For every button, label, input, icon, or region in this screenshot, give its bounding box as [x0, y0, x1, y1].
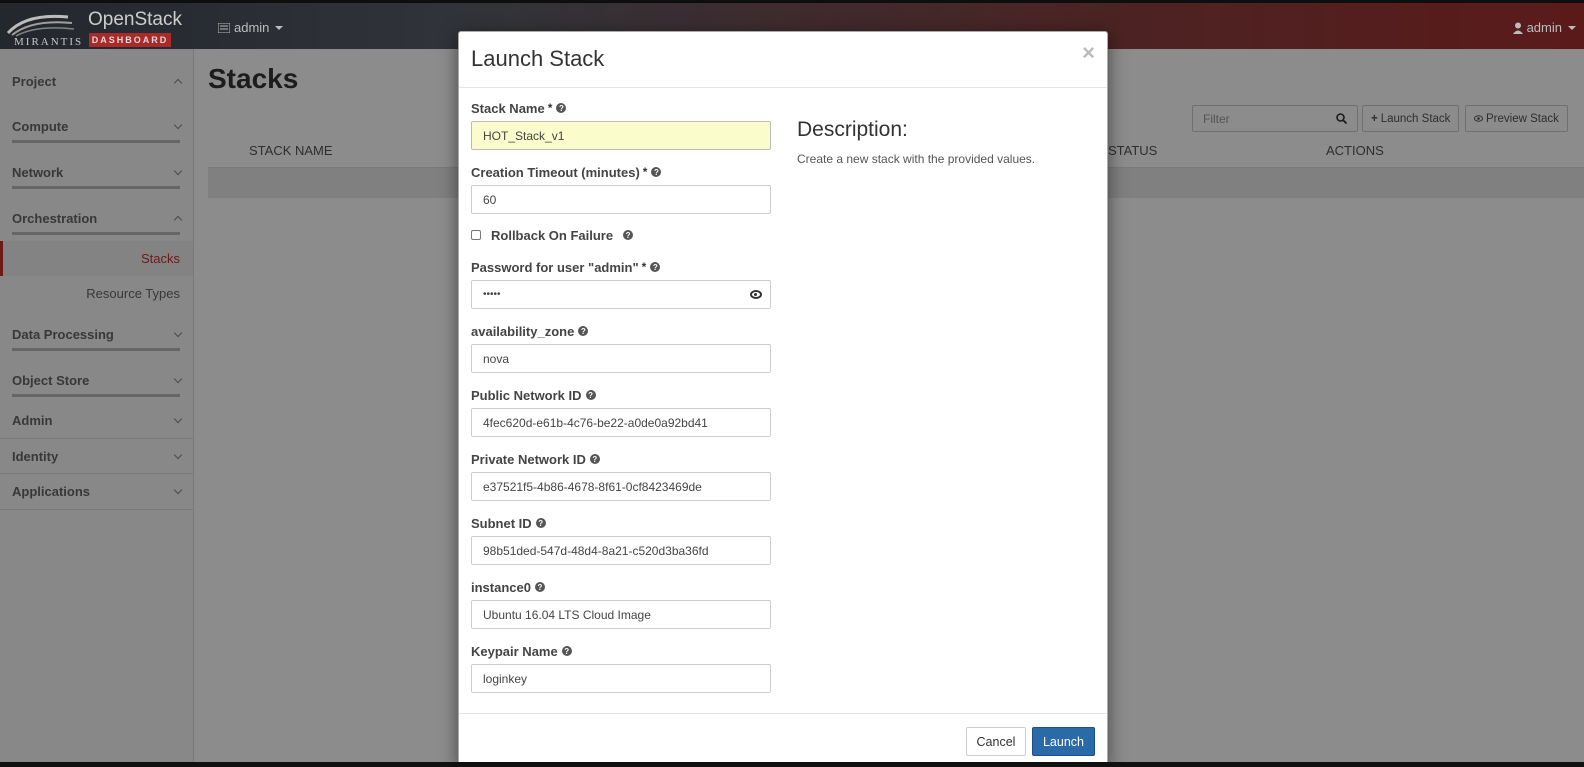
public-network-label: Public Network ID ? — [471, 385, 771, 405]
private-network-value: e37521f5-4b86-4678-8f61-0cf8423469de — [483, 479, 702, 494]
description-text: Create a new stack with the provided val… — [797, 152, 1036, 166]
password-input[interactable]: ••••• — [471, 280, 771, 309]
private-network-label: Private Network ID ? — [471, 449, 771, 469]
help-icon[interactable]: ? — [651, 167, 662, 177]
description-panel: Description: Create a new stack with the… — [797, 118, 1087, 166]
subnet-label-text: Subnet ID — [471, 515, 532, 531]
subnet-input[interactable]: 98b51ded-547d-48d4-8a21-c520d3ba36fd — [471, 536, 771, 565]
launch-button[interactable]: Launch — [1032, 727, 1095, 756]
public-network-value: 4fec620d-e61b-4c76-be22-a0de0a92bd41 — [483, 415, 708, 430]
help-icon[interactable]: ? — [650, 262, 661, 272]
help-icon[interactable]: ? — [556, 103, 567, 113]
required-marker: * — [547, 101, 553, 115]
keypair-input[interactable]: loginkey — [471, 664, 771, 693]
cancel-button[interactable]: Cancel — [966, 727, 1026, 756]
keypair-value: loginkey — [483, 671, 528, 686]
rollback-checkbox[interactable] — [471, 230, 481, 240]
rollback-label: Rollback On Failure ? — [491, 225, 634, 245]
help-icon[interactable]: ? — [534, 582, 545, 592]
required-marker: * — [641, 260, 647, 274]
instance0-label: instance0 ? — [471, 577, 771, 597]
stack-name-value: HOT_Stack_v1 — [483, 128, 565, 143]
help-icon[interactable]: ? — [578, 326, 589, 336]
password-label-text: Password for user "admin" — [471, 259, 639, 275]
help-icon[interactable]: ? — [623, 230, 634, 240]
description-title: Description: — [797, 118, 908, 141]
subnet-label: Subnet ID ? — [471, 513, 771, 533]
instance0-input[interactable]: Ubuntu 16.04 LTS Cloud Image — [471, 600, 771, 629]
availability-zone-value: nova — [483, 351, 510, 366]
timeout-input[interactable]: 60 — [471, 185, 771, 214]
password-value: ••••• — [483, 289, 501, 300]
stack-name-label: Stack Name * ? — [471, 98, 771, 118]
eye-icon[interactable] — [750, 290, 762, 299]
subnet-value: 98b51ded-547d-48d4-8a21-c520d3ba36fd — [483, 543, 709, 558]
instance0-value: Ubuntu 16.04 LTS Cloud Image — [483, 607, 651, 622]
taskbar-strip — [0, 762, 1584, 767]
timeout-label: Creation Timeout (minutes) * ? — [471, 162, 771, 182]
availability-zone-label-text: availability_zone — [471, 323, 575, 339]
launch-stack-modal: Launch Stack × Stack Name * ? HOT_Stack_… — [458, 31, 1108, 767]
rollback-row: Rollback On Failure ? — [471, 226, 771, 244]
keypair-label-text: Keypair Name — [471, 643, 558, 659]
help-icon[interactable]: ? — [585, 390, 596, 400]
availability-zone-input[interactable]: nova — [471, 344, 771, 373]
modal-header: Launch Stack × — [459, 32, 1107, 88]
required-marker: * — [642, 165, 648, 179]
timeout-value: 60 — [483, 192, 497, 207]
launch-stack-form: Stack Name * ? HOT_Stack_v1 Creation Tim… — [471, 98, 771, 705]
availability-zone-label: availability_zone ? — [471, 321, 771, 341]
password-label: Password for user "admin" * ? — [471, 257, 771, 277]
private-network-label-text: Private Network ID — [471, 451, 586, 467]
rollback-label-text: Rollback On Failure — [491, 227, 614, 243]
help-icon[interactable]: ? — [561, 646, 572, 656]
timeout-label-text: Creation Timeout (minutes) — [471, 164, 640, 180]
stack-name-label-text: Stack Name — [471, 100, 545, 116]
help-icon[interactable]: ? — [589, 454, 600, 464]
instance0-label-text: instance0 — [471, 579, 531, 595]
modal-title: Launch Stack — [471, 46, 605, 71]
stack-name-input[interactable]: HOT_Stack_v1 — [471, 121, 771, 150]
public-network-label-text: Public Network ID — [471, 387, 582, 403]
close-icon[interactable]: × — [1082, 40, 1095, 66]
public-network-input[interactable]: 4fec620d-e61b-4c76-be22-a0de0a92bd41 — [471, 408, 771, 437]
help-icon[interactable]: ? — [535, 518, 546, 528]
keypair-label: Keypair Name ? — [471, 641, 771, 661]
private-network-input[interactable]: e37521f5-4b86-4678-8f61-0cf8423469de — [471, 472, 771, 501]
modal-footer-divider — [459, 713, 1107, 714]
